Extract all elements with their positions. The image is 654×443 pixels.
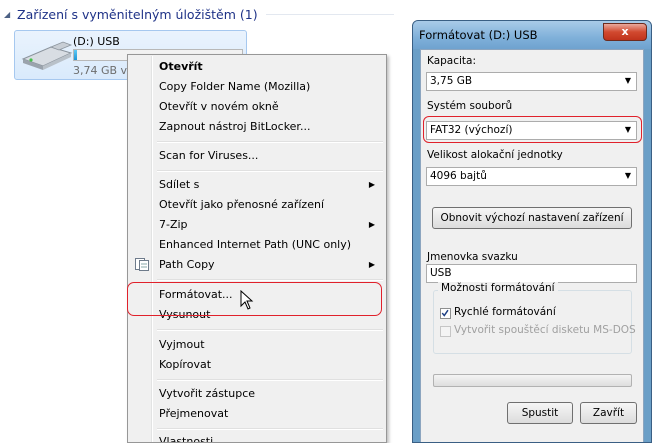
menu-item-open[interactable]: Otevřít	[131, 57, 383, 76]
menu-item-enhanced-internet-path[interactable]: Enhanced Internet Path (UNC only)	[131, 235, 383, 254]
chevron-down-icon: ▼	[624, 76, 631, 85]
volume-label-label: Jmenovka svazku	[427, 251, 518, 263]
menu-item-label: Zapnout nástroj BitLocker...	[159, 120, 311, 133]
menu-item-create-shortcut[interactable]: Vytvořit zástupce	[131, 384, 383, 403]
menu-item-label: Kopírovat	[159, 358, 212, 371]
format-progress-bar	[433, 374, 632, 387]
submenu-arrow-icon: ▶	[368, 180, 375, 189]
menu-separator	[157, 379, 383, 381]
menu-item-bitlocker[interactable]: Zapnout nástroj BitLocker...	[131, 117, 383, 136]
menu-separator	[157, 329, 383, 331]
menu-item-open-new-window[interactable]: Otevřít v novém okně	[131, 97, 383, 116]
allocation-select[interactable]: 4096 bajtů ▼	[426, 167, 637, 186]
close-icon: x	[621, 25, 629, 38]
msdos-disk-label: Vytvořit spouštěcí disketu MS-DOS	[454, 324, 636, 336]
close-dialog-button[interactable]: Zavřít	[580, 402, 637, 424]
menu-item-label: Formátovat...	[159, 288, 233, 301]
file-system-label: Systém souborů	[427, 100, 513, 112]
menu-separator	[157, 170, 383, 172]
menu-item-path-copy[interactable]: Path Copy ▶	[131, 255, 383, 274]
menu-item-share-with[interactable]: Sdílet s ▶	[131, 175, 383, 194]
file-system-value: FAT32 (výchozí)	[430, 124, 513, 136]
dialog-body: Kapacita: 3,75 GB ▼ Systém souborů FAT32…	[420, 49, 644, 442]
menu-item-label: Enhanced Internet Path (UNC only)	[159, 238, 352, 251]
chevron-down-icon: ▼	[624, 125, 631, 134]
menu-separator	[157, 428, 383, 430]
drive-usage-fill	[74, 50, 78, 60]
menu-item-label: Vyjmout	[159, 338, 205, 351]
file-system-select[interactable]: FAT32 (výchozí) ▼	[426, 121, 637, 140]
context-menu: Otevřít Copy Folder Name (Mozilla) Otevř…	[127, 54, 387, 443]
submenu-arrow-icon: ▶	[368, 260, 375, 269]
menu-item-copy[interactable]: Kopírovat	[131, 355, 383, 374]
usb-drive-icon	[21, 41, 73, 70]
menu-item-properties[interactable]: Vlastnosti	[131, 432, 383, 443]
chevron-down-icon: ▼	[624, 171, 631, 180]
start-button[interactable]: Spustit	[507, 402, 573, 424]
menu-separator	[157, 141, 383, 143]
capacity-select[interactable]: 3,75 GB ▼	[426, 72, 637, 91]
menu-item-label: Přejmenovat	[159, 407, 229, 420]
group-title: Zařízení s vyměnitelným úložištěm (1)	[17, 6, 258, 22]
menu-item-label: Copy Folder Name (Mozilla)	[159, 80, 311, 93]
capacity-label: Kapacita:	[427, 55, 477, 67]
menu-item-label: Vytvořit zástupce	[159, 387, 256, 400]
format-dialog: Formátovat (D:) USB x Kapacita: 3,75 GB …	[412, 20, 652, 443]
submenu-arrow-icon: ▶	[368, 220, 375, 229]
group-divider	[265, 13, 394, 15]
volume-label-value: USB	[430, 267, 452, 279]
restore-defaults-button[interactable]: Obnovit výchozí nastavení zařízení	[432, 207, 632, 229]
dialog-titlebar[interactable]: Formátovat (D:) USB x	[413, 21, 651, 49]
quick-format-label: Rychlé formátování	[454, 306, 556, 318]
menu-item-eject[interactable]: Vysunout	[131, 305, 383, 324]
collapse-triangle-icon[interactable]: ◢	[4, 10, 14, 19]
menu-item-open-portable[interactable]: Otevřít jako přenosné zařízení	[131, 195, 383, 214]
volume-label-input[interactable]: USB	[426, 264, 637, 283]
msdos-disk-checkbox[interactable]	[440, 326, 451, 337]
menu-item-label: Otevřít	[159, 60, 203, 73]
checkmark-icon	[441, 309, 449, 317]
menu-item-label: Path Copy	[159, 258, 215, 271]
drive-name: (D:) USB	[73, 35, 120, 48]
dialog-title: Formátovat (D:) USB	[419, 28, 538, 42]
format-options-legend: Možnosti formátování	[438, 282, 558, 294]
allocation-label: Velikost alokační jednotky	[427, 149, 563, 161]
allocation-value: 4096 bajtů	[430, 170, 487, 182]
menu-item-scan-viruses[interactable]: Scan for Viruses...	[131, 146, 383, 165]
format-options-group	[433, 290, 632, 354]
menu-item-label: Otevřít v novém okně	[159, 100, 279, 113]
menu-item-label: Vlastnosti	[159, 435, 214, 443]
quick-format-checkbox[interactable]	[440, 308, 451, 319]
menu-item-label: Scan for Viruses...	[159, 149, 259, 162]
mouse-cursor-icon	[240, 290, 254, 310]
path-copy-icon	[135, 258, 149, 271]
capacity-value: 3,75 GB	[430, 75, 473, 87]
menu-separator	[157, 279, 383, 281]
menu-item-label: Vysunout	[159, 308, 211, 321]
menu-item-7zip[interactable]: 7-Zip ▶	[131, 215, 383, 234]
menu-item-format[interactable]: Formátovat...	[131, 285, 383, 304]
menu-item-rename[interactable]: Přejmenovat	[131, 404, 383, 423]
menu-item-label: Sdílet s	[159, 178, 200, 191]
menu-item-label: 7-Zip	[159, 218, 188, 231]
removable-storage-group-header[interactable]: ◢ Zařízení s vyměnitelným úložištěm (1)	[4, 5, 394, 23]
menu-item-copy-folder-name[interactable]: Copy Folder Name (Mozilla)	[131, 77, 383, 96]
close-button[interactable]: x	[603, 23, 647, 41]
menu-item-label: Otevřít jako přenosné zařízení	[159, 198, 324, 211]
menu-item-cut[interactable]: Vyjmout	[131, 335, 383, 354]
